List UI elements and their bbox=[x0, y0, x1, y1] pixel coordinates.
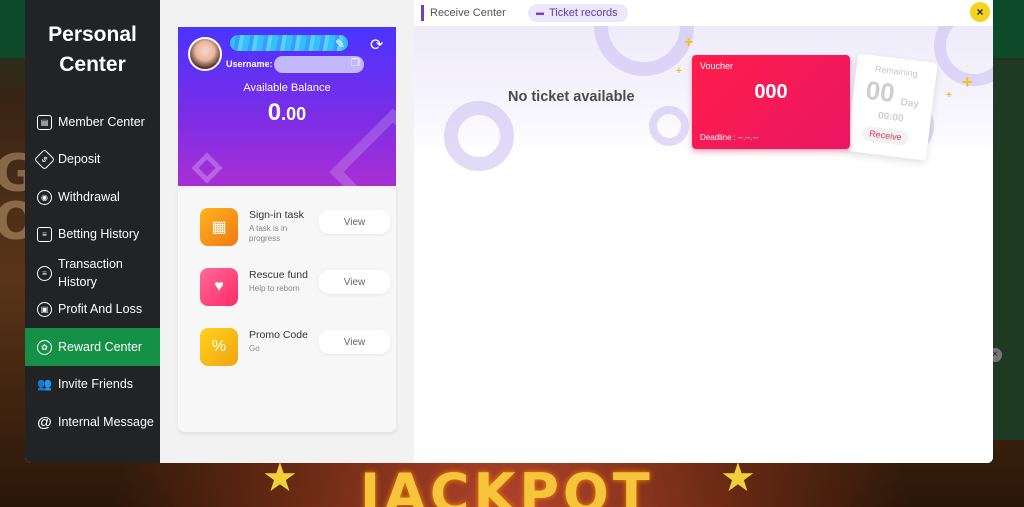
ticket-icon: ▬ bbox=[536, 8, 544, 17]
promo-code-view-button[interactable]: View bbox=[318, 330, 391, 354]
member-icon: ▤ bbox=[37, 114, 52, 130]
sparkle-icon: + bbox=[676, 66, 682, 77]
invite-icon: 👥 bbox=[37, 377, 52, 391]
rescue-fund-view-button[interactable]: View bbox=[318, 270, 391, 294]
username-label: Username: bbox=[226, 59, 273, 69]
sparkle-icon: + bbox=[684, 34, 694, 51]
voucher-card: Voucher 000 Deadline : --.--.-- bbox=[692, 55, 850, 149]
card-decoration bbox=[191, 152, 223, 184]
heart-bag-icon: ♥ bbox=[200, 268, 238, 306]
sidebar-item-withdrawal[interactable]: ◉ Withdrawal bbox=[25, 178, 160, 216]
redacted-nickname bbox=[230, 35, 348, 51]
sidebar-item-member-center[interactable]: ▤ Member Center bbox=[25, 103, 160, 141]
ring-decoration bbox=[444, 101, 514, 171]
reward-icon: ✿ bbox=[37, 339, 52, 355]
deposit-icon: $ bbox=[33, 148, 56, 170]
withdrawal-icon: ◉ bbox=[37, 189, 52, 205]
sidebar-item-transaction-history[interactable]: ≡ Transaction History bbox=[25, 253, 160, 293]
tasks-panel: ▦ Sign-in task A task is in progress Vie… bbox=[178, 186, 396, 432]
sign-in-view-button[interactable]: View bbox=[318, 210, 391, 234]
sparkle-icon: + bbox=[946, 90, 952, 101]
ring-decoration bbox=[649, 106, 689, 146]
voucher-stub: Remaining 00 Day 00:00 Receive bbox=[846, 53, 938, 161]
transaction-history-icon: ≡ bbox=[37, 265, 52, 281]
balance-label: Available Balance bbox=[243, 82, 331, 94]
task-rescue-fund: ♥ Rescue fund Help to reborn View bbox=[198, 266, 391, 310]
jackpot-banner: JACKPOT bbox=[360, 462, 654, 507]
betting-history-icon: ≡ bbox=[37, 226, 52, 242]
close-icon[interactable]: × bbox=[970, 2, 990, 22]
calendar-icon: ▦ bbox=[200, 208, 238, 246]
copy-icon[interactable]: ❐ bbox=[351, 58, 360, 69]
receive-button[interactable]: Receive bbox=[861, 125, 910, 147]
sidebar-item-internal-message[interactable]: @ Internal Message bbox=[25, 403, 160, 441]
sidebar-item-deposit[interactable]: $ Deposit bbox=[25, 140, 160, 178]
refresh-icon[interactable]: ⟳ bbox=[370, 35, 383, 55]
edit-icon[interactable]: ✎ bbox=[335, 37, 345, 51]
sidebar-item-reward-center[interactable]: ✿ Reward Center bbox=[25, 328, 160, 366]
at-icon: @ bbox=[37, 413, 52, 431]
sidebar-title: Personal Center bbox=[48, 23, 137, 76]
ticket-content-area: + + + + No ticket available Remaining 00… bbox=[414, 26, 993, 463]
tab-receive-center[interactable]: Receive Center bbox=[421, 5, 506, 21]
personal-center-modal: Personal Center ▤ Member Center $ Deposi… bbox=[25, 0, 993, 463]
sidebar-item-profit-and-loss[interactable]: ▣ Profit And Loss bbox=[25, 290, 160, 328]
sidebar-item-betting-history[interactable]: ≡ Betting History bbox=[25, 215, 160, 253]
avatar[interactable] bbox=[188, 37, 222, 71]
sparkle-icon: + bbox=[962, 72, 973, 92]
profit-loss-icon: ▣ bbox=[37, 301, 52, 317]
user-balance-card: ✎ ⟳ Username: ❐ Available Balance 0.00 bbox=[178, 27, 396, 186]
task-sign-in: ▦ Sign-in task A task is in progress Vie… bbox=[198, 206, 391, 250]
percent-icon: % bbox=[200, 328, 238, 366]
task-promo-code: % Promo Code Go View bbox=[198, 326, 391, 370]
empty-state-message: No ticket available bbox=[508, 89, 635, 105]
tab-ticket-records[interactable]: ▬ Ticket records bbox=[528, 4, 628, 22]
balance-value: 0.00 bbox=[267, 99, 307, 126]
sidebar: Personal Center ▤ Member Center $ Deposi… bbox=[25, 0, 160, 463]
sidebar-item-invite-friends[interactable]: 👥 Invite Friends bbox=[25, 365, 160, 403]
transaction-history-label: Transaction History bbox=[58, 257, 123, 289]
background-side-panel bbox=[992, 60, 1024, 440]
